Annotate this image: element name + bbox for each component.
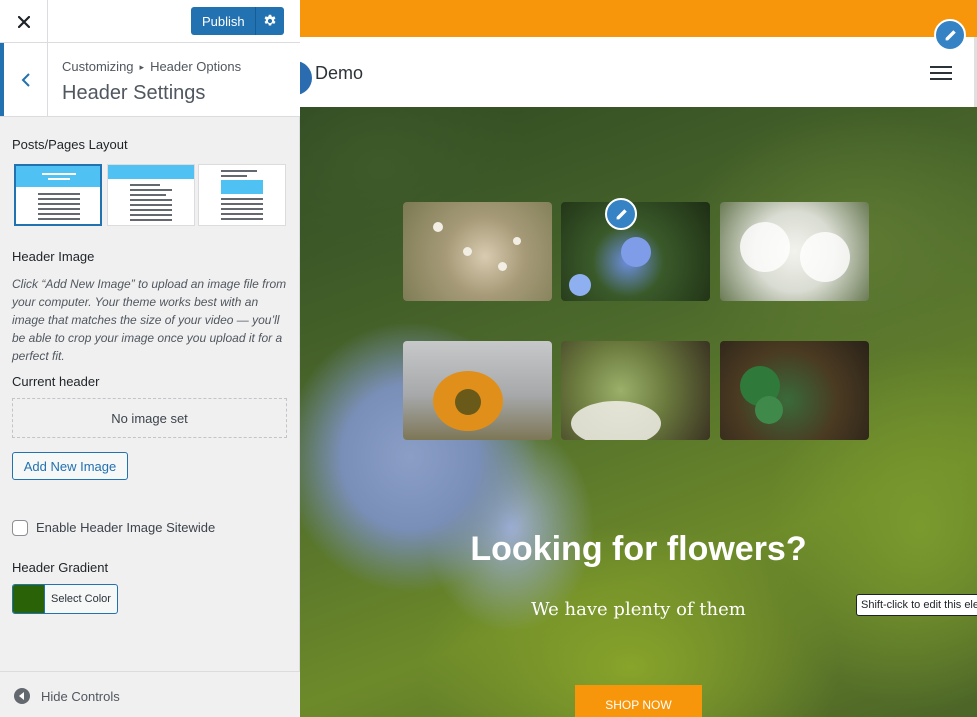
layout-line xyxy=(130,209,172,211)
site-logo-icon[interactable] xyxy=(300,61,312,95)
layout-line xyxy=(38,198,80,200)
layout-line xyxy=(130,199,172,201)
header-edit-shortcut-button[interactable] xyxy=(934,19,966,51)
hide-controls-button[interactable]: Hide Controls xyxy=(41,689,120,704)
header-image-description: Click “Add New Image” to upload an image… xyxy=(12,277,287,363)
layout-line xyxy=(221,213,263,215)
site-title[interactable]: Demo xyxy=(315,63,363,84)
select-color-label: Select Color xyxy=(44,585,117,613)
layout-line xyxy=(130,189,172,191)
current-header-label: Current header xyxy=(12,374,100,389)
layout-line xyxy=(38,213,80,215)
layout-line xyxy=(130,184,160,186)
flower xyxy=(740,222,790,272)
menu-toggle-button[interactable] xyxy=(930,66,952,80)
section-title: Header Settings xyxy=(62,82,206,104)
layout-line xyxy=(38,193,80,195)
header-gradient-label: Header Gradient xyxy=(12,560,109,575)
flower-bud xyxy=(433,222,443,232)
layout-banner-preview xyxy=(221,180,263,194)
shop-now-button[interactable]: SHOP NOW xyxy=(575,685,702,717)
flower-bud xyxy=(498,262,507,271)
publish-label: Publish xyxy=(202,13,245,29)
site-header: Demo xyxy=(300,37,977,107)
layout-banner-preview xyxy=(108,165,194,179)
pencil-icon xyxy=(945,29,956,40)
site-preview: Demo Looking for flowers? We have plenty… xyxy=(300,0,977,717)
layout-line xyxy=(130,204,172,206)
header-image-label: Header Image xyxy=(12,249,95,264)
layout-line xyxy=(130,214,172,216)
rock xyxy=(571,401,661,440)
breadcrumb-item: Header Options xyxy=(150,59,242,74)
edit-tooltip: Shift-click to edit this element. xyxy=(856,594,977,616)
layout-line xyxy=(38,203,80,205)
hamburger-icon xyxy=(930,72,952,74)
breadcrumb-item: Customizing xyxy=(62,59,134,74)
layout-line xyxy=(38,218,80,220)
sunflower-center xyxy=(455,389,481,415)
layout-option-wide-banner[interactable] xyxy=(107,164,195,226)
hero-section: Looking for flowers? We have plenty of t… xyxy=(300,107,977,717)
layout-line xyxy=(38,208,80,210)
sitewide-label[interactable]: Enable Header Image Sitewide xyxy=(36,520,215,535)
gallery-image[interactable] xyxy=(720,341,869,440)
close-customizer-button[interactable] xyxy=(0,0,48,43)
color-swatch xyxy=(13,585,44,613)
layout-line xyxy=(221,203,263,205)
layout-line xyxy=(48,178,70,180)
layout-option-full-banner[interactable] xyxy=(14,164,102,226)
flower-bud xyxy=(463,247,472,256)
customizer-topbar: Publish xyxy=(0,0,300,43)
gallery-image[interactable] xyxy=(403,202,552,301)
flower xyxy=(569,274,591,296)
hero-title[interactable]: Looking for flowers? xyxy=(300,530,977,569)
gallery-image[interactable] xyxy=(720,202,869,301)
gear-icon xyxy=(264,14,276,26)
collapse-icon[interactable] xyxy=(14,688,30,704)
gallery-image[interactable] xyxy=(403,341,552,440)
chevron-left-icon xyxy=(21,72,30,87)
layout-line xyxy=(221,198,263,200)
layout-line xyxy=(221,208,263,210)
section-header: Customizing ▸ Header Options Header Settin… xyxy=(0,43,300,117)
gallery-image[interactable] xyxy=(561,341,710,440)
layout-banner-preview xyxy=(16,166,100,187)
customizer-footer: Hide Controls xyxy=(0,671,300,717)
layout-label: Posts/Pages Layout xyxy=(12,137,128,152)
close-icon xyxy=(17,15,30,28)
flower xyxy=(621,237,651,267)
current-header-placeholder: No image set xyxy=(12,398,287,438)
publish-settings-button[interactable] xyxy=(255,7,284,35)
layout-option-boxed-banner[interactable] xyxy=(198,164,286,226)
gallery-edit-shortcut-button[interactable] xyxy=(605,198,637,230)
add-new-image-button[interactable]: Add New Image xyxy=(12,452,128,480)
leaf xyxy=(755,396,783,424)
layout-line xyxy=(221,170,257,172)
pencil-icon xyxy=(616,208,627,219)
hamburger-icon xyxy=(930,66,952,68)
breadcrumb: Customizing ▸ Header Options xyxy=(62,59,241,74)
layout-line xyxy=(130,194,166,196)
breadcrumb-separator-icon: ▸ xyxy=(139,62,145,72)
header-gradient-color-picker[interactable]: Select Color xyxy=(12,584,118,614)
layout-line xyxy=(130,219,172,221)
publish-button[interactable]: Publish xyxy=(191,7,284,35)
back-button[interactable] xyxy=(0,43,48,116)
sitewide-checkbox[interactable] xyxy=(12,520,28,536)
hamburger-icon xyxy=(930,78,952,80)
top-bar xyxy=(300,0,977,37)
flower-bud xyxy=(513,237,521,245)
layout-line xyxy=(42,173,76,175)
customizer-sidebar: Publish Customizing ▸ Header Options Heade… xyxy=(0,0,300,717)
flower xyxy=(800,232,850,282)
layout-line xyxy=(221,218,263,220)
layout-line xyxy=(221,175,247,177)
